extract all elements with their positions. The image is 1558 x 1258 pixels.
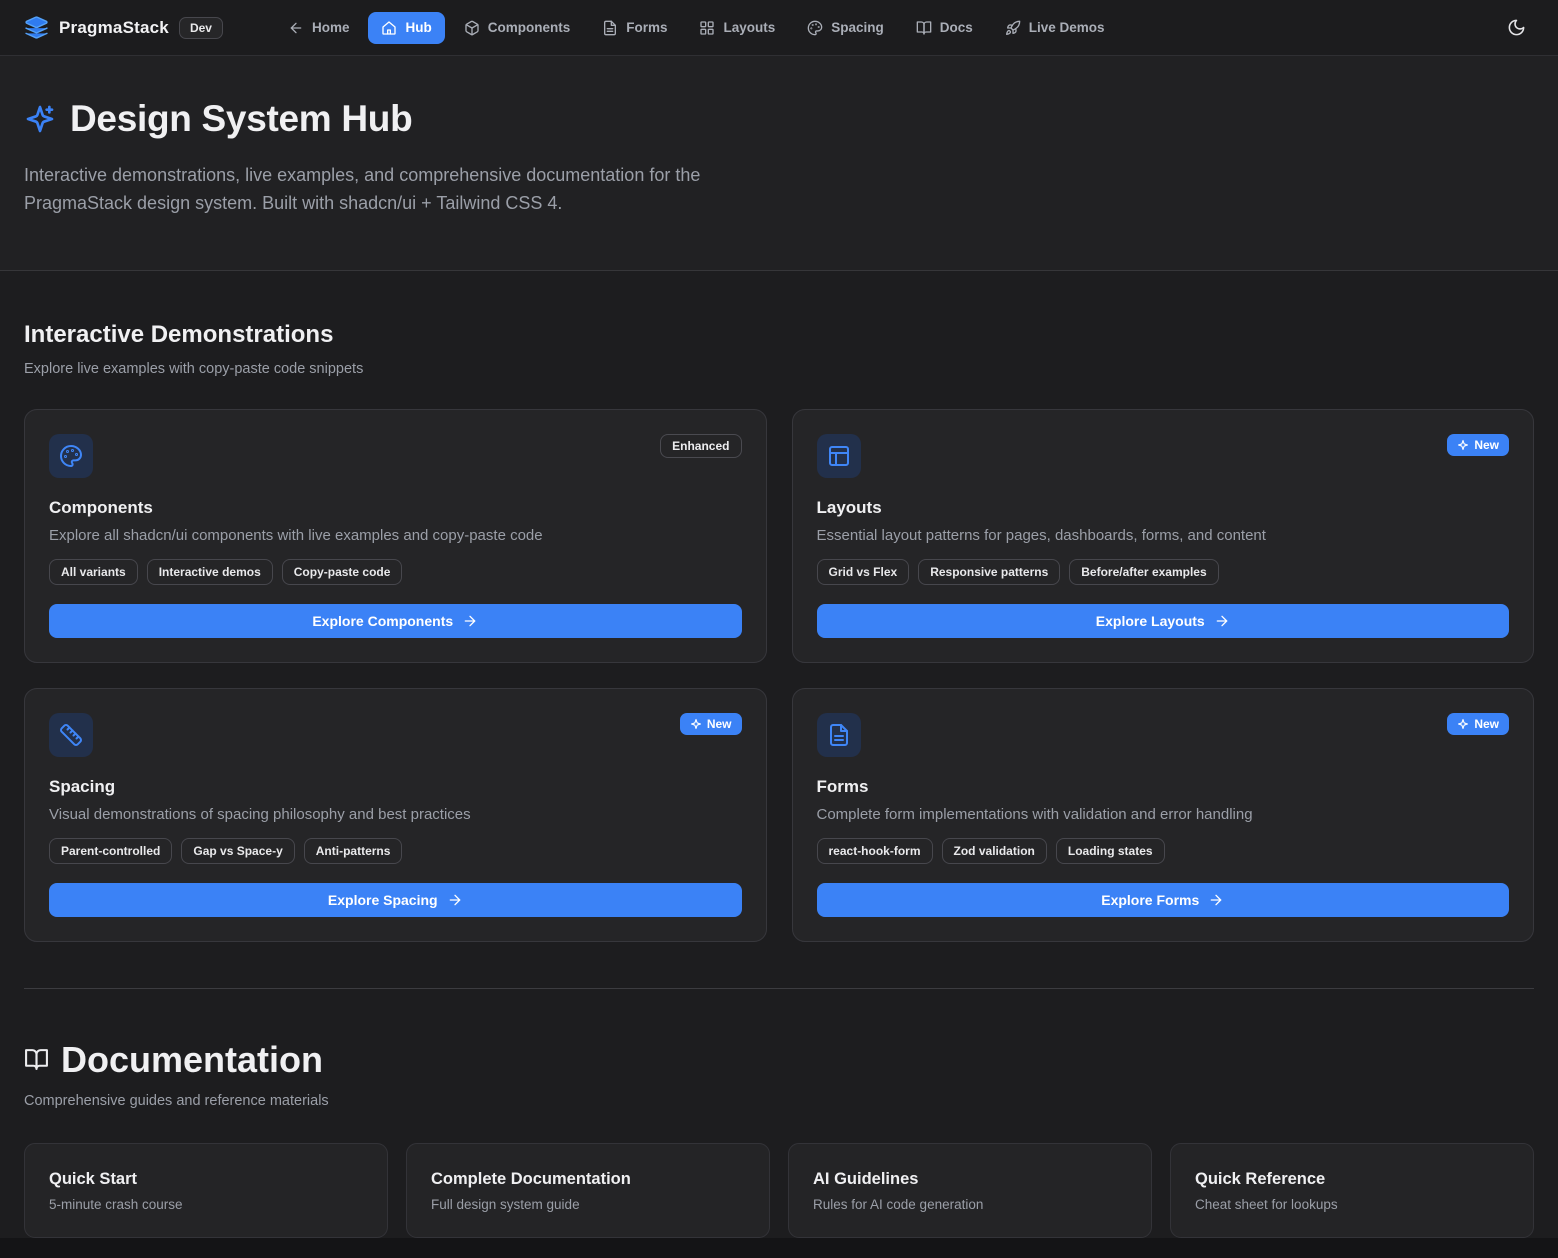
house-icon <box>381 20 397 36</box>
doc-card-title: AI Guidelines <box>813 1170 1127 1189</box>
tag: Loading states <box>1056 838 1165 864</box>
docs-subheading: Comprehensive guides and reference mater… <box>24 1093 1534 1109</box>
env-badge: Dev <box>179 17 223 39</box>
main-content: Interactive Demonstrations Explore live … <box>0 321 1558 1238</box>
demo-card-layouts: New Layouts Essential layout patterns fo… <box>792 409 1535 663</box>
doc-card-description: Rules for AI code generation <box>813 1197 1127 1212</box>
doc-card-quick-reference[interactable]: Quick Reference Cheat sheet for lookups <box>1170 1143 1534 1238</box>
arrow-right-icon <box>447 892 463 908</box>
arrow-right-icon <box>1214 613 1230 629</box>
new-badge: New <box>680 713 742 735</box>
doc-card-complete-documentation[interactable]: Complete Documentation Full design syste… <box>406 1143 770 1238</box>
demos-heading: Interactive Demonstrations <box>24 321 1534 349</box>
demo-card-grid: Enhanced Components Explore all shadcn/u… <box>24 409 1534 942</box>
doc-card-title: Quick Reference <box>1195 1170 1509 1189</box>
demo-card-spacing: New Spacing Visual demonstrations of spa… <box>24 688 767 942</box>
card-title: Forms <box>817 777 1510 797</box>
doc-card-description: Cheat sheet for lookups <box>1195 1197 1509 1212</box>
arrow-right-icon <box>1208 892 1224 908</box>
nav-item-forms[interactable]: Forms <box>589 12 680 44</box>
card-description: Visual demonstrations of spacing philoso… <box>49 806 742 823</box>
tag: Anti-patterns <box>304 838 403 864</box>
card-title: Components <box>49 498 742 518</box>
explore-spacing-button[interactable]: Explore Spacing <box>49 883 742 917</box>
new-badge: New <box>1447 713 1509 735</box>
hero-section: Design System Hub Interactive demonstrat… <box>0 56 1558 271</box>
doc-card-description: 5-minute crash course <box>49 1197 363 1212</box>
doc-card-title: Complete Documentation <box>431 1170 745 1189</box>
moon-icon <box>1507 18 1526 37</box>
nav-item-hub[interactable]: Hub <box>368 12 444 44</box>
arrow-left-icon <box>288 20 304 36</box>
status-badge: Enhanced <box>660 434 741 458</box>
nav-item-home[interactable]: Home <box>275 12 363 44</box>
new-badge: New <box>1447 434 1509 456</box>
doc-card-grid: Quick Start 5-minute crash course Comple… <box>24 1143 1534 1238</box>
tag: All variants <box>49 559 138 585</box>
rocket-icon <box>1005 20 1021 36</box>
layout-grid-icon <box>699 20 715 36</box>
sparkles-icon <box>1457 439 1469 451</box>
explore-forms-button[interactable]: Explore Forms <box>817 883 1510 917</box>
card-title: Layouts <box>817 498 1510 518</box>
tag: Zod validation <box>942 838 1047 864</box>
nav-item-live-demos[interactable]: Live Demos <box>992 12 1118 44</box>
sparkles-icon <box>690 718 702 730</box>
navbar: PragmaStack Dev Home Hub Components Fo <box>0 0 1558 56</box>
nav-item-spacing[interactable]: Spacing <box>794 12 897 44</box>
doc-card-ai-guidelines[interactable]: AI Guidelines Rules for AI code generati… <box>788 1143 1152 1238</box>
card-title: Spacing <box>49 777 742 797</box>
tag: Copy-paste code <box>282 559 403 585</box>
theme-toggle-button[interactable] <box>1498 10 1534 46</box>
book-open-icon <box>24 1047 49 1072</box>
docs-heading: Documentation <box>61 1039 323 1081</box>
doc-card-title: Quick Start <box>49 1170 363 1189</box>
demos-subheading: Explore live examples with copy-paste co… <box>24 361 1534 377</box>
nav-item-components[interactable]: Components <box>451 12 584 44</box>
explore-layouts-button[interactable]: Explore Layouts <box>817 604 1510 638</box>
layers-logo-icon <box>24 15 49 40</box>
main-nav: Home Hub Components Forms Layouts <box>275 12 1118 44</box>
card-description: Complete form implementations with valid… <box>817 806 1510 823</box>
file-text-icon <box>602 20 618 36</box>
sparkles-icon <box>1457 718 1469 730</box>
panels-top-icon <box>817 434 861 478</box>
tag: react-hook-form <box>817 838 933 864</box>
explore-components-button[interactable]: Explore Components <box>49 604 742 638</box>
card-description: Explore all shadcn/ui components with li… <box>49 527 742 544</box>
tag: Interactive demos <box>147 559 273 585</box>
ruler-icon <box>49 713 93 757</box>
card-description: Essential layout patterns for pages, das… <box>817 527 1510 544</box>
brand[interactable]: PragmaStack Dev <box>24 15 223 40</box>
brand-name: PragmaStack <box>59 18 169 38</box>
tag: Parent-controlled <box>49 838 172 864</box>
nav-item-layouts[interactable]: Layouts <box>686 12 788 44</box>
tag: Before/after examples <box>1069 559 1218 585</box>
package-icon <box>464 20 480 36</box>
doc-card-quick-start[interactable]: Quick Start 5-minute crash course <box>24 1143 388 1238</box>
palette-icon <box>807 20 823 36</box>
doc-card-description: Full design system guide <box>431 1197 745 1212</box>
file-text-icon <box>817 713 861 757</box>
palette-icon <box>49 434 93 478</box>
sparkles-icon <box>24 103 56 135</box>
demo-card-forms: New Forms Complete form implementations … <box>792 688 1535 942</box>
page-title: Design System Hub <box>70 98 412 140</box>
tag: Gap vs Space-y <box>181 838 294 864</box>
nav-item-docs[interactable]: Docs <box>903 12 986 44</box>
book-open-icon <box>916 20 932 36</box>
tag: Grid vs Flex <box>817 559 910 585</box>
tag: Responsive patterns <box>918 559 1060 585</box>
demo-card-components: Enhanced Components Explore all shadcn/u… <box>24 409 767 663</box>
section-divider <box>24 988 1534 989</box>
page-subtitle: Interactive demonstrations, live example… <box>24 162 769 218</box>
arrow-right-icon <box>462 613 478 629</box>
